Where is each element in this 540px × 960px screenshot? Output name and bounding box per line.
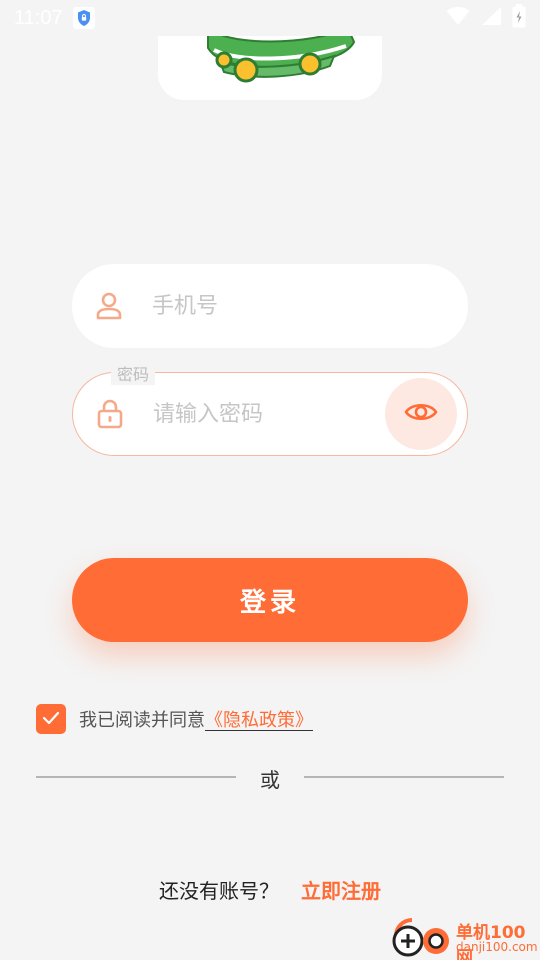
logo-card (158, 36, 382, 100)
password-visibility-toggle[interactable] (385, 378, 457, 450)
register-link[interactable]: 立即注册 (301, 875, 381, 904)
signal-icon (480, 6, 502, 30)
phone-input[interactable] (152, 264, 372, 348)
cartoon-turtle-logo (158, 36, 382, 100)
status-left: 11:07 (14, 7, 95, 30)
check-icon (42, 710, 60, 729)
user-icon (96, 292, 122, 320)
agreement-row: 我已阅读并同意 《隐私政策》 (36, 704, 313, 734)
agreement-checkbox[interactable] (36, 704, 66, 734)
watermark-text-en: danji100.com (456, 940, 538, 954)
wifi-icon (446, 6, 470, 30)
password-field[interactable]: 密码 (72, 361, 468, 456)
site-watermark: 单机100网 danji100.com (390, 914, 540, 960)
divider-line-right (304, 776, 504, 778)
status-time: 11:07 (14, 6, 63, 29)
password-label: 密码 (111, 361, 156, 385)
lock-icon (97, 399, 123, 429)
status-right (446, 4, 526, 32)
eye-icon (404, 401, 438, 427)
status-bar: 11:07 (0, 0, 540, 36)
privacy-policy-link[interactable]: 《隐私政策》 (205, 706, 313, 732)
login-button[interactable]: 登录 (72, 558, 468, 642)
password-input[interactable] (153, 373, 373, 455)
agreement-text: 我已阅读并同意 (79, 710, 205, 731)
register-row: 还没有账号？ 立即注册 (0, 875, 540, 904)
register-prompt: 还没有账号？ (159, 879, 279, 903)
phone-field[interactable] (72, 264, 468, 348)
battery-icon (512, 4, 526, 32)
divider-text: 或 (260, 768, 280, 792)
vpn-shield-icon (72, 7, 95, 29)
